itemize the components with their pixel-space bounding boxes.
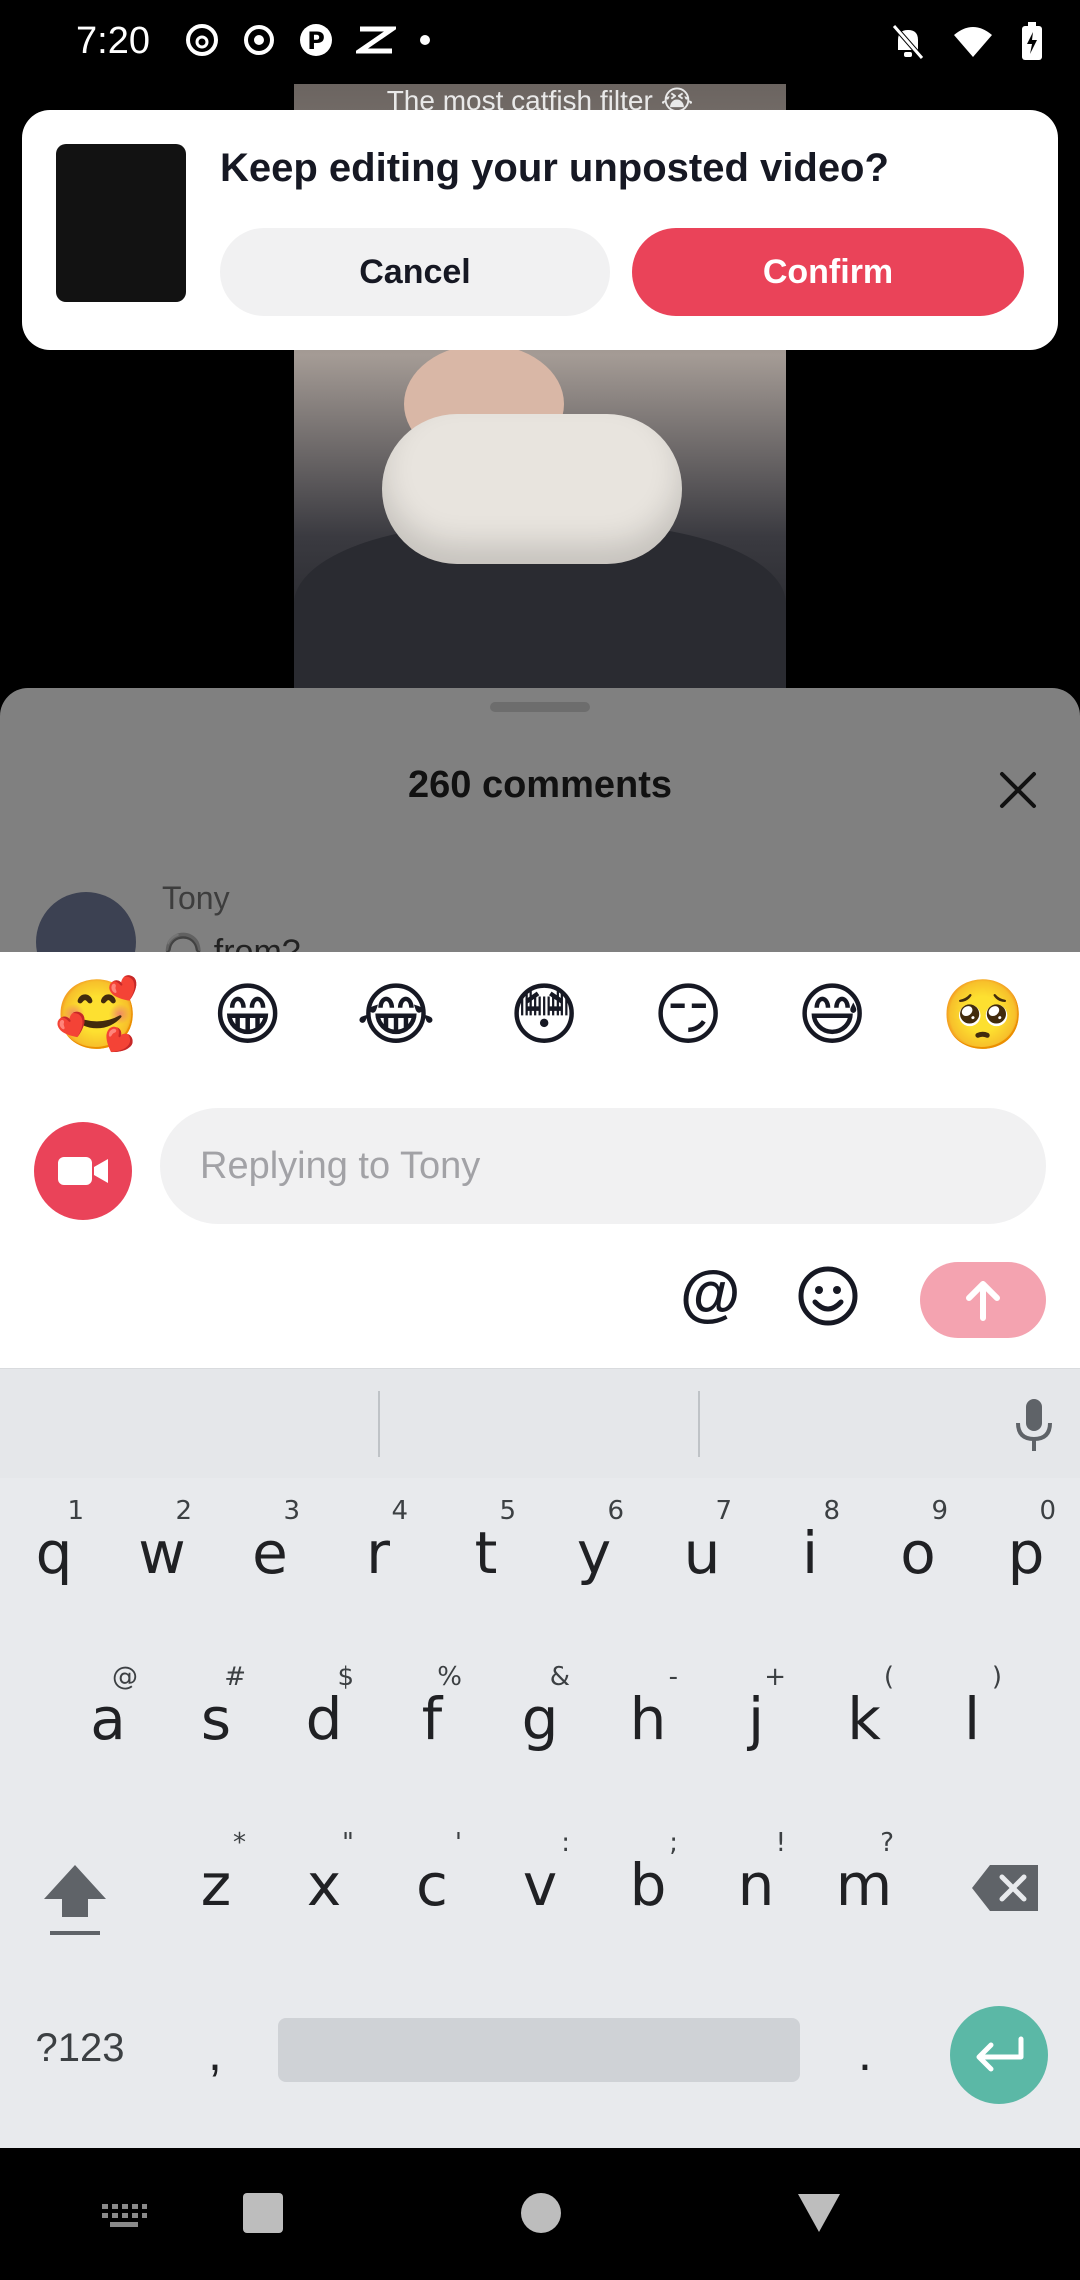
suggestion-divider: [698, 1391, 700, 1457]
key-q[interactable]: q1: [0, 1478, 108, 1628]
quick-emoji-row: 🥰 😁 😂 😳 😏 😅 🥺: [0, 982, 1080, 1050]
shift-icon: [44, 1865, 106, 1935]
key-p[interactable]: p0: [972, 1478, 1080, 1628]
keyboard: q1 w2 e3 r4 t5 y6 u7 i8 o9 p0 a @ s # d $ f…: [0, 1368, 1080, 2148]
notification-icons: P: [184, 22, 432, 58]
key-o[interactable]: o9: [864, 1478, 972, 1628]
unposted-video-dialog: Keep editing your unposted video? Cancel…: [22, 110, 1058, 350]
draft-thumbnail: [56, 144, 186, 302]
return-icon: [976, 2036, 1024, 2072]
microphone-icon[interactable]: [1014, 1397, 1054, 1453]
comment-username[interactable]: Tony: [162, 880, 230, 917]
key-f[interactable]: f%: [378, 1644, 486, 1794]
comment-text: 🎧 from?: [162, 933, 301, 952]
key-y[interactable]: y6: [540, 1478, 648, 1628]
dialog-title: Keep editing your unposted video?: [220, 146, 889, 190]
video-subject-headphones: [382, 414, 682, 564]
key-t[interactable]: t5: [432, 1478, 540, 1628]
video-reply-button[interactable]: [34, 1122, 132, 1220]
key-m[interactable]: m?: [810, 1810, 918, 1960]
suggestion-divider: [378, 1391, 380, 1457]
system-nav-bar: [0, 2148, 1080, 2280]
comma-key[interactable]: ,: [180, 2008, 250, 2098]
key-j[interactable]: j +: [702, 1644, 810, 1794]
emoji-grin[interactable]: 😁: [212, 982, 283, 1050]
key-s[interactable]: s #: [162, 1644, 270, 1794]
wifi-icon: [954, 27, 992, 57]
key-b[interactable]: b;: [594, 1810, 702, 1960]
key-r[interactable]: r4: [324, 1478, 432, 1628]
enter-key[interactable]: [950, 2006, 1048, 2104]
home-icon[interactable]: [520, 2192, 562, 2234]
capcut-icon: [356, 26, 396, 54]
dot-icon: [420, 35, 430, 45]
threads-icon: [186, 24, 218, 56]
keyboard-switch-icon[interactable]: [100, 2202, 148, 2230]
key-g[interactable]: g &: [486, 1644, 594, 1794]
arrow-up-icon: [966, 1281, 1000, 1321]
symbols-key[interactable]: ?123: [20, 2008, 140, 2088]
key-h[interactable]: h-: [594, 1644, 702, 1794]
pinterest-icon: P: [300, 24, 332, 56]
comment-composer: 🥰 😁 😂 😳 😏 😅 🥺 @: [0, 952, 1080, 1368]
system-icons: [890, 22, 1044, 62]
key-d[interactable]: d $: [270, 1644, 378, 1794]
period-key[interactable]: .: [830, 2008, 900, 2098]
emoji-joy[interactable]: 😂: [356, 982, 435, 1050]
key-z[interactable]: z *: [162, 1810, 270, 1960]
backspace-icon: [972, 1865, 1038, 1911]
sheet-drag-handle[interactable]: [490, 702, 590, 712]
key-v[interactable]: v:: [486, 1810, 594, 1960]
bell-off-icon: [892, 24, 924, 60]
reply-input[interactable]: [160, 1108, 1046, 1224]
emoji-picker-icon[interactable]: [796, 1264, 860, 1328]
comments-count-title: 260 comments: [407, 764, 672, 806]
comments-sheet: 260 comments Tony 🎧 from?: [0, 688, 1080, 952]
space-key[interactable]: [278, 2018, 800, 2082]
status-time: 7:20: [76, 20, 150, 62]
key-i[interactable]: i8: [756, 1478, 864, 1628]
cancel-button[interactable]: Cancel: [220, 228, 610, 316]
suggestion-bar: [0, 1368, 1080, 1478]
video-camera-icon: [58, 1157, 108, 1185]
key-x[interactable]: x ": [270, 1810, 378, 1960]
emoji-pleading[interactable]: 🥺: [941, 982, 1026, 1050]
battery-icon: [1022, 22, 1042, 60]
recents-icon[interactable]: [242, 2192, 284, 2234]
key-l[interactable]: l): [918, 1644, 1026, 1794]
emoji-smiling-hearts[interactable]: 🥰: [55, 982, 140, 1050]
status-bar: 7:20 P: [0, 0, 1080, 84]
emoji-flushed[interactable]: 😳: [509, 982, 580, 1050]
back-icon[interactable]: [796, 2192, 842, 2234]
emoji-sweat-smile[interactable]: 😅: [797, 982, 868, 1050]
svg-text:P: P: [307, 27, 325, 55]
key-n[interactable]: n!: [702, 1810, 810, 1960]
send-button[interactable]: [920, 1262, 1046, 1338]
key-u[interactable]: u7: [648, 1478, 756, 1628]
key-c[interactable]: c ': [378, 1810, 486, 1960]
close-icon[interactable]: [996, 768, 1040, 812]
avatar[interactable]: [36, 892, 136, 952]
key-a[interactable]: a @: [54, 1644, 162, 1794]
emoji-smirk[interactable]: 😏: [653, 982, 724, 1050]
record-icon: [244, 25, 274, 55]
backspace-key[interactable]: [950, 1838, 1060, 1938]
mention-button[interactable]: @: [680, 1258, 740, 1329]
confirm-button[interactable]: Confirm: [632, 228, 1024, 316]
key-e[interactable]: e3: [216, 1478, 324, 1628]
key-k[interactable]: k(: [810, 1644, 918, 1794]
shift-key[interactable]: [20, 1838, 130, 1958]
key-w[interactable]: w2: [108, 1478, 216, 1628]
